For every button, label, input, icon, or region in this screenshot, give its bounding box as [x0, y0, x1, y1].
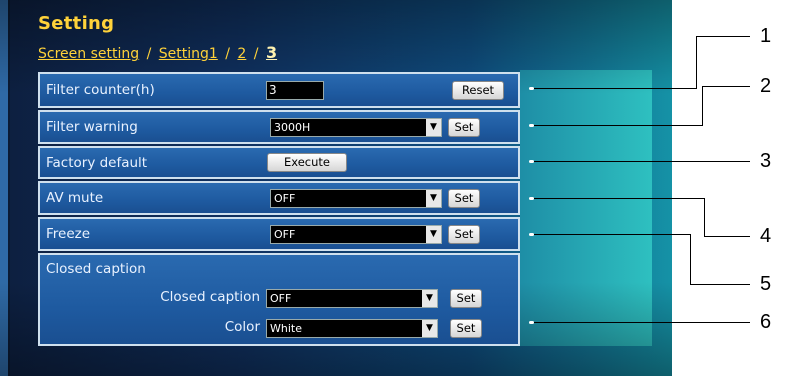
closed-caption-heading: Closed caption: [46, 261, 146, 277]
callout-line-4: [534, 198, 704, 199]
reset-button[interactable]: Reset: [452, 81, 504, 100]
callout-line-5: [534, 234, 690, 235]
row-factory-default: Factory default Execute: [38, 146, 520, 179]
chevron-down-icon: ▼: [422, 290, 437, 307]
callout-line-2-vertical: [702, 86, 703, 126]
execute-button[interactable]: Execute: [267, 153, 347, 172]
breadcrumb-separator: /: [253, 46, 259, 62]
row-closed-caption: Closed caption Closed caption OFF ▼ Set …: [38, 253, 520, 346]
color-set-button[interactable]: Set: [450, 319, 482, 338]
breadcrumb-separator: /: [225, 46, 230, 62]
callout-line-2-top: [702, 86, 750, 87]
callout-line-4-bottom: [704, 236, 750, 237]
breadcrumb-page-2[interactable]: 2: [237, 46, 246, 62]
factory-default-label: Factory default: [46, 155, 148, 171]
callout-line-5-vertical: [690, 234, 691, 284]
side-panel: [520, 70, 652, 346]
av-mute-selected: OFF: [274, 192, 296, 205]
closed-caption-select[interactable]: OFF ▼: [266, 289, 438, 308]
callout-line-4-vertical: [704, 198, 705, 236]
av-mute-select[interactable]: OFF ▼: [270, 189, 442, 208]
callout-number-4: 4: [760, 225, 772, 247]
callout-line-1: [534, 88, 696, 89]
freeze-select[interactable]: OFF ▼: [270, 225, 442, 244]
filter-counter-label: Filter counter(h): [46, 82, 155, 98]
filter-warning-selected: 3000H: [274, 121, 311, 134]
callout-number-5: 5: [760, 273, 772, 295]
filter-counter-field: 3: [266, 81, 324, 100]
callout-number-6: 6: [760, 311, 772, 333]
callout-line-1-top: [696, 36, 750, 37]
freeze-label: Freeze: [46, 226, 91, 242]
chevron-down-icon: ▼: [426, 119, 441, 136]
chevron-down-icon: ▼: [426, 226, 441, 243]
callout-number-1: 1: [760, 25, 772, 47]
freeze-set-button[interactable]: Set: [448, 225, 480, 244]
callout-line-1-vertical: [696, 36, 697, 89]
freeze-selected: OFF: [274, 228, 296, 241]
filter-warning-label: Filter warning: [46, 119, 138, 135]
callout-line-2: [534, 125, 702, 126]
closed-caption-selected: OFF: [270, 292, 292, 305]
closed-caption-sublabel: Closed caption: [160, 289, 260, 305]
chevron-down-icon: ▼: [426, 190, 441, 207]
av-mute-label: AV mute: [46, 190, 104, 206]
row-filter-warning: Filter warning 3000H ▼ Set: [38, 110, 520, 144]
projector-web-screen: Setting Screen setting / Setting1 / 2 / …: [0, 0, 672, 376]
filter-warning-set-button[interactable]: Set: [448, 118, 480, 137]
color-selected: White: [270, 322, 302, 335]
callout-line-3: [534, 161, 750, 162]
closed-caption-set-button[interactable]: Set: [450, 289, 482, 308]
av-mute-set-button[interactable]: Set: [448, 189, 480, 208]
breadcrumb-separator: /: [146, 46, 152, 62]
breadcrumb-screen-setting[interactable]: Screen setting: [38, 46, 139, 62]
page-title: Setting: [38, 13, 115, 34]
row-filter-counter: Filter counter(h) 3 Reset: [38, 72, 520, 108]
color-select[interactable]: White ▼: [266, 319, 438, 338]
callout-line-6: [534, 322, 750, 323]
row-freeze: Freeze OFF ▼ Set: [38, 217, 520, 251]
breadcrumb: Screen setting / Setting1 / 2 / 3: [38, 43, 277, 62]
color-label: Color: [224, 319, 260, 335]
callout-number-2: 2: [760, 75, 772, 97]
callout-number-3: 3: [760, 150, 772, 172]
filter-warning-select[interactable]: 3000H ▼: [270, 118, 442, 137]
chevron-down-icon: ▼: [422, 320, 437, 337]
callout-line-5-bottom: [690, 284, 750, 285]
breadcrumb-page-3: 3: [265, 43, 278, 62]
row-av-mute: AV mute OFF ▼ Set: [38, 181, 520, 215]
left-nav-strip: [0, 0, 10, 376]
breadcrumb-setting1[interactable]: Setting1: [159, 46, 218, 62]
